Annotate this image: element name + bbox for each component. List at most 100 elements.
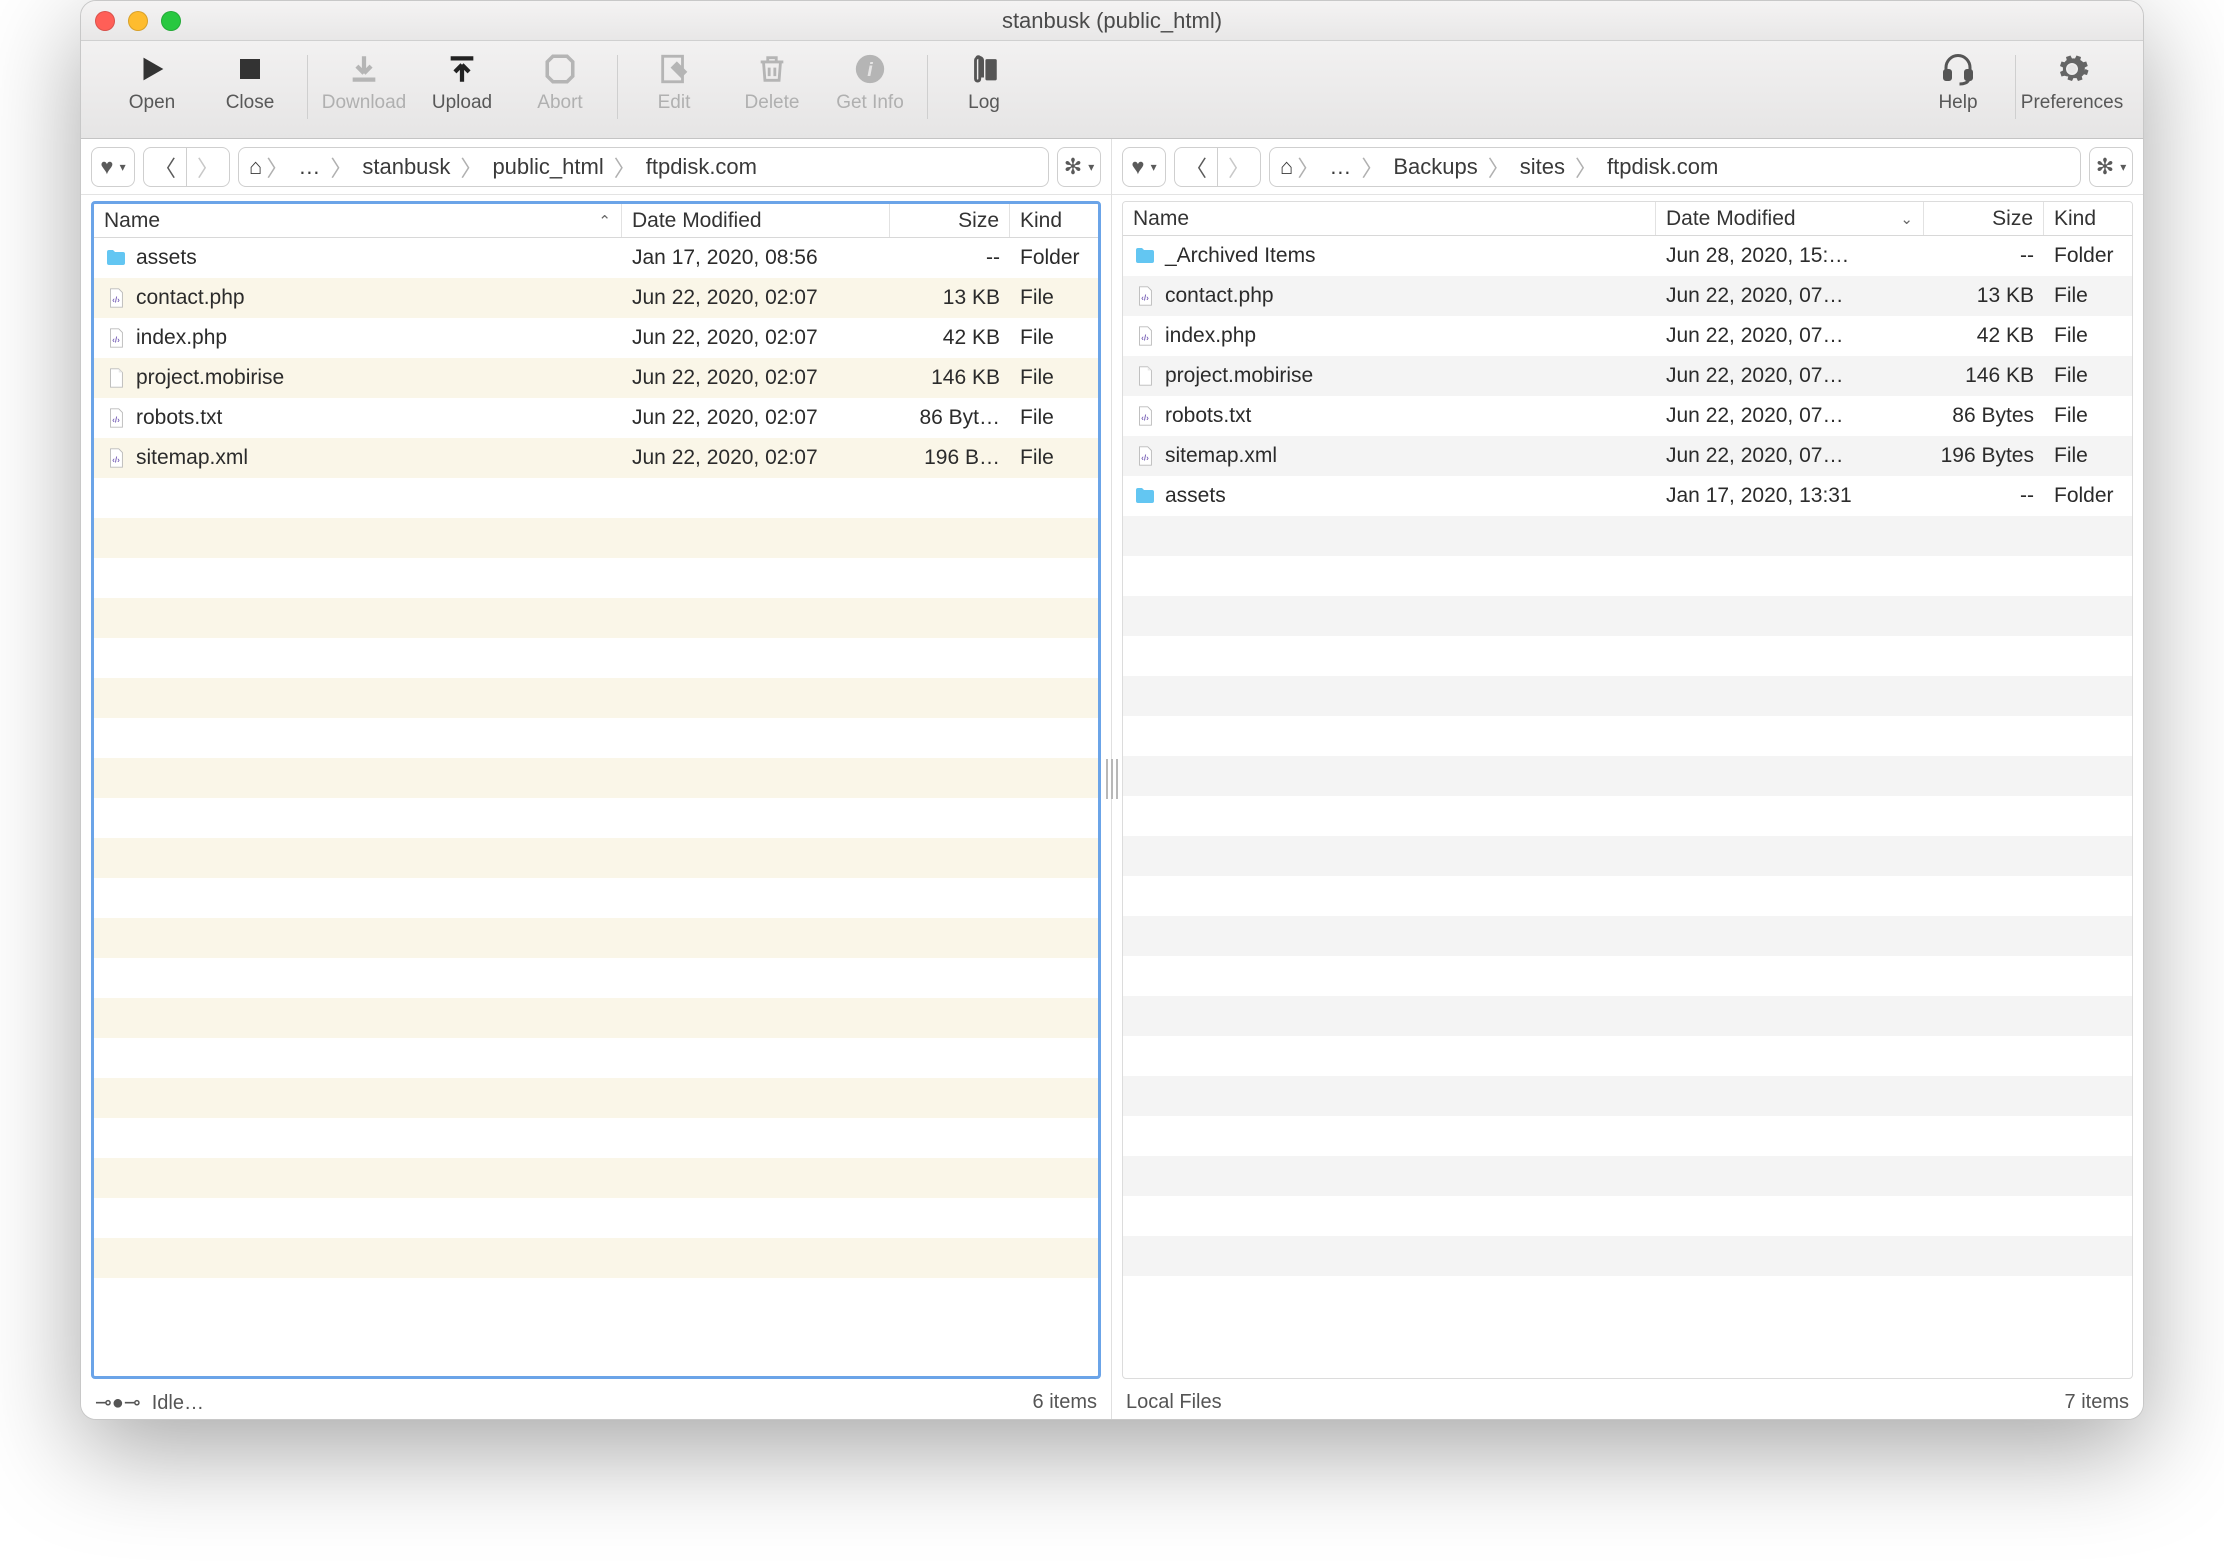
download-button[interactable]: Download	[325, 49, 403, 139]
file-date: Jun 22, 2020, 02:07	[622, 278, 890, 318]
file-row[interactable]: ‹/›robots.txtJun 22, 2020, 02:0786 Byt…F…	[94, 398, 1098, 438]
file-row[interactable]: ‹/›index.phpJun 22, 2020, 02:0742 KBFile	[94, 318, 1098, 358]
empty-row	[1123, 1116, 2132, 1156]
file-size: 86 Bytes	[1924, 396, 2044, 436]
abort-button[interactable]: Abort	[521, 49, 599, 139]
file-row[interactable]: ‹/›sitemap.xmlJun 22, 2020, 07…196 Bytes…	[1123, 436, 2132, 476]
heart-icon: ♥	[1131, 154, 1144, 180]
file-size: 42 KB	[1924, 316, 2044, 356]
titlebar[interactable]: stanbusk (public_html)	[81, 1, 2143, 41]
file-row[interactable]: project.mobiriseJun 22, 2020, 02:07146 K…	[94, 358, 1098, 398]
folder-icon	[1133, 484, 1157, 508]
home-icon: ⌂	[1280, 154, 1293, 180]
empty-row	[94, 1078, 1098, 1118]
breadcrumb-item[interactable]: sites	[1514, 154, 1571, 180]
file-size: 196 B…	[890, 438, 1010, 478]
breadcrumb-item[interactable]: public_html	[486, 154, 609, 180]
log-button[interactable]: Log	[945, 49, 1023, 139]
trash-icon	[752, 49, 792, 89]
favorites-button[interactable]: ♥ ▾	[1122, 147, 1166, 187]
local-navbar: ♥ ▾ 〈 〉 ⌂〉 …〉 Backups〉 sites〉 ftpdisk.co…	[1112, 139, 2143, 195]
file-row[interactable]: _Archived ItemsJun 28, 2020, 15:…--Folde…	[1123, 236, 2132, 276]
file-name: index.php	[136, 326, 227, 350]
preferences-button[interactable]: Preferences	[2033, 49, 2111, 139]
local-breadcrumbs[interactable]: ⌂〉 …〉 Backups〉 sites〉 ftpdisk.com	[1269, 147, 2081, 187]
file-row[interactable]: ‹/›robots.txtJun 22, 2020, 07…86 BytesFi…	[1123, 396, 2132, 436]
svg-text:i: i	[867, 59, 873, 81]
edit-button[interactable]: Edit	[635, 49, 713, 139]
actions-menu-button[interactable]: ✻ ▾	[1057, 147, 1101, 187]
close-window-button[interactable]	[95, 11, 115, 31]
column-name[interactable]: Name⌃	[94, 204, 622, 237]
forward-button[interactable]: 〉	[1218, 147, 1261, 187]
empty-row	[94, 598, 1098, 638]
column-name[interactable]: Name	[1123, 202, 1656, 235]
actions-menu-button[interactable]: ✻ ▾	[2089, 147, 2133, 187]
file-icon: ‹/›	[104, 446, 128, 470]
empty-row	[94, 478, 1098, 518]
breadcrumb-item[interactable]: ftpdisk.com	[640, 154, 763, 180]
upload-button[interactable]: Upload	[423, 49, 501, 139]
breadcrumb-item[interactable]: …	[292, 154, 326, 180]
file-row[interactable]: assetsJan 17, 2020, 13:31--Folder	[1123, 476, 2132, 516]
file-kind: File	[1010, 438, 1098, 478]
gear-icon: ✻	[1064, 154, 1082, 180]
file-icon: ‹/›	[104, 406, 128, 430]
local-statusbar: Local Files 7 items	[1112, 1385, 2143, 1419]
local-pane: ♥ ▾ 〈 〉 ⌂〉 …〉 Backups〉 sites〉 ftpdisk.co…	[1112, 139, 2143, 1419]
file-size: 13 KB	[1924, 276, 2044, 316]
breadcrumb-item[interactable]: ftpdisk.com	[1601, 154, 1724, 180]
pane-divider[interactable]	[1106, 759, 1118, 799]
heart-icon: ♥	[100, 154, 113, 180]
file-row[interactable]: ‹/›sitemap.xmlJun 22, 2020, 02:07196 B…F…	[94, 438, 1098, 478]
minimize-window-button[interactable]	[128, 11, 148, 31]
close-button[interactable]: Close	[211, 49, 289, 139]
empty-row	[1123, 556, 2132, 596]
empty-row	[1123, 636, 2132, 676]
file-icon: ‹/›	[1133, 324, 1157, 348]
column-kind[interactable]: Kind	[1010, 204, 1098, 237]
chevron-down-icon: ▾	[120, 160, 126, 174]
file-row[interactable]: ‹/›contact.phpJun 22, 2020, 07…13 KBFile	[1123, 276, 2132, 316]
info-icon: i	[850, 49, 890, 89]
breadcrumb-item[interactable]: Backups	[1387, 154, 1483, 180]
empty-row	[1123, 1196, 2132, 1236]
delete-button[interactable]: Delete	[733, 49, 811, 139]
column-size[interactable]: Size	[890, 204, 1010, 237]
empty-row	[1123, 1156, 2132, 1196]
zoom-window-button[interactable]	[161, 11, 181, 31]
file-kind: File	[1010, 278, 1098, 318]
file-kind: File	[2044, 356, 2132, 396]
forward-button[interactable]: 〉	[187, 147, 230, 187]
empty-row	[94, 638, 1098, 678]
file-date: Jun 22, 2020, 07…	[1656, 396, 1924, 436]
back-button[interactable]: 〈	[1174, 147, 1218, 187]
home-icon: ⌂	[249, 154, 262, 180]
file-row[interactable]: ‹/›index.phpJun 22, 2020, 07…42 KBFile	[1123, 316, 2132, 356]
favorites-button[interactable]: ♥ ▾	[91, 147, 135, 187]
breadcrumb-item[interactable]: …	[1323, 154, 1357, 180]
file-date: Jun 22, 2020, 02:07	[622, 398, 890, 438]
svg-text:‹/›: ‹/›	[112, 416, 120, 425]
column-size[interactable]: Size	[1924, 202, 2044, 235]
remote-breadcrumbs[interactable]: ⌂〉 …〉 stanbusk〉 public_html〉 ftpdisk.com	[238, 147, 1049, 187]
column-date[interactable]: Date Modified	[622, 204, 890, 237]
help-button[interactable]: Help	[1919, 49, 1997, 139]
column-kind[interactable]: Kind	[2044, 202, 2132, 235]
file-size: 42 KB	[890, 318, 1010, 358]
file-row[interactable]: assetsJan 17, 2020, 08:56--Folder	[94, 238, 1098, 278]
getinfo-button[interactable]: i Get Info	[831, 49, 909, 139]
file-name: sitemap.xml	[1165, 444, 1277, 468]
file-kind: File	[2044, 276, 2132, 316]
back-button[interactable]: 〈	[143, 147, 187, 187]
file-row[interactable]: project.mobiriseJun 22, 2020, 07…146 KBF…	[1123, 356, 2132, 396]
file-kind: File	[2044, 396, 2132, 436]
remote-navbar: ♥ ▾ 〈 〉 ⌂〉 …〉 stanbusk〉 public_html〉 ftp…	[81, 139, 1111, 195]
column-date[interactable]: Date Modified⌄	[1656, 202, 1924, 235]
sort-asc-icon: ⌃	[598, 212, 611, 230]
file-size: 146 KB	[1924, 356, 2044, 396]
breadcrumb-item[interactable]: stanbusk	[356, 154, 456, 180]
file-name: robots.txt	[136, 406, 222, 430]
open-button[interactable]: Open	[113, 49, 191, 139]
file-row[interactable]: ‹/›contact.phpJun 22, 2020, 02:0713 KBFi…	[94, 278, 1098, 318]
